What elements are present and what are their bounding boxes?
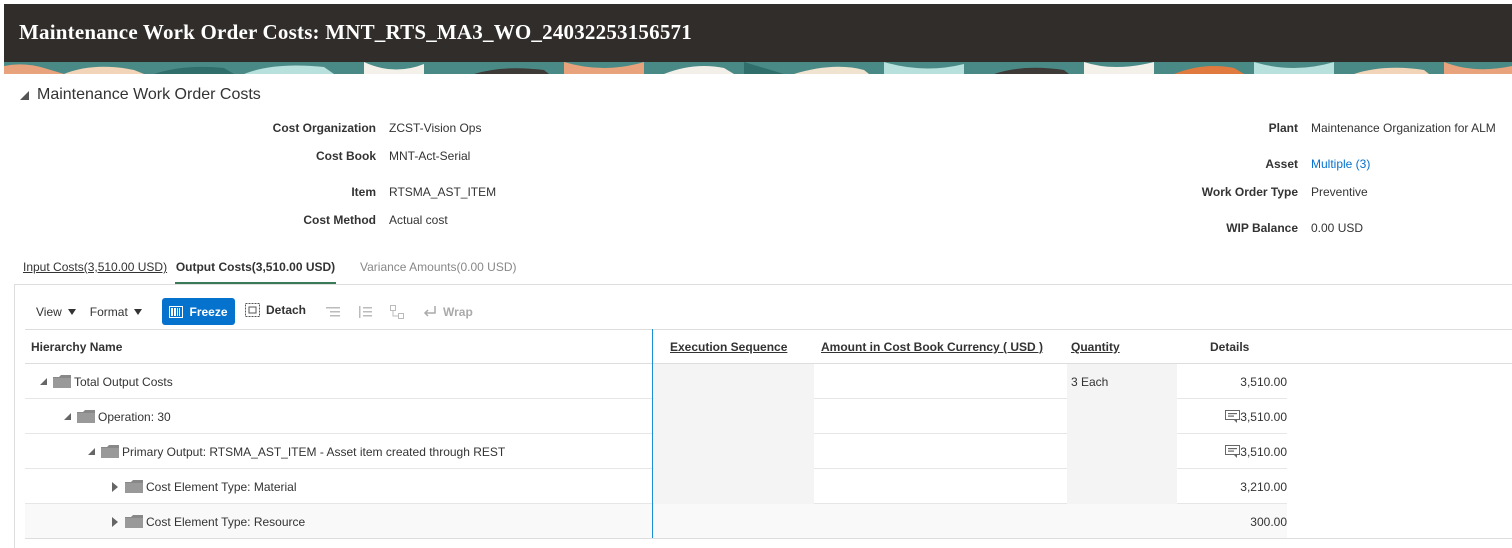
hierarchy-cell: Operation: 30 <box>64 399 171 434</box>
freeze-icon <box>169 305 184 318</box>
chevron-down-icon <box>67 309 76 315</box>
details-icon[interactable] <box>1225 445 1240 459</box>
expanded-icon[interactable] <box>64 413 71 420</box>
item-value: RTSMA_AST_ITEM <box>389 185 497 199</box>
collapse-icon[interactable] <box>20 90 29 100</box>
page-header: Maintenance Work Order Costs: MNT_RTS_MA… <box>4 4 1512 74</box>
amount-cell: 3,510.00 <box>1240 409 1287 424</box>
work-order-type-label: Work Order Type <box>1201 185 1298 199</box>
table-row[interactable]: Operation: 30 3,510.00 <box>25 399 1287 434</box>
asset-label: Asset <box>1265 157 1298 171</box>
cost-method-value: Actual cost <box>389 213 448 227</box>
expanded-icon[interactable] <box>40 378 47 385</box>
expanded-icon[interactable] <box>88 448 95 455</box>
work-order-type-value: Preventive <box>1311 185 1368 199</box>
folder-icon <box>125 480 143 493</box>
folder-icon <box>101 445 119 458</box>
folder-icon <box>125 515 143 528</box>
freeze-button[interactable]: Freeze <box>162 298 235 325</box>
row-name: Total Output Costs <box>74 374 173 389</box>
table-header: Hierarchy Name Execution Sequence Amount… <box>25 329 1512 364</box>
wrap-button[interactable]: Wrap <box>423 305 473 319</box>
table-row[interactable]: Primary Output: RTSMA_AST_ITEM - Asset i… <box>25 434 1287 469</box>
format-menu[interactable]: Format <box>90 305 142 319</box>
column-header-quantity[interactable]: Quantity <box>1071 340 1120 354</box>
outdent-icon[interactable] <box>358 305 372 319</box>
detach-button-label: Detach <box>266 303 307 317</box>
details-icon[interactable] <box>1225 410 1240 424</box>
output-costs-table: Hierarchy Name Execution Sequence Amount… <box>25 329 1512 539</box>
cost-organization-label: Cost Organization <box>272 121 376 135</box>
section-header[interactable]: Maintenance Work Order Costs <box>20 86 261 104</box>
row-name: Operation: 30 <box>98 409 171 424</box>
collapsed-icon[interactable] <box>112 481 118 492</box>
wip-balance-label: WIP Balance <box>1226 221 1298 235</box>
column-header-details[interactable]: Details <box>1210 340 1249 354</box>
decorative-banner <box>4 62 1512 74</box>
amount-cell: 3,510.00 <box>1240 444 1287 459</box>
detach-icon <box>245 303 260 317</box>
folder-icon <box>77 410 95 423</box>
cost-book-label: Cost Book <box>316 149 376 163</box>
section-title: Maintenance Work Order Costs <box>37 86 261 103</box>
asset-link[interactable]: Multiple (3) <box>1311 157 1370 171</box>
column-header-execution-sequence[interactable]: Execution Sequence <box>670 340 787 354</box>
amount-cell: 3,510.00 <box>1240 374 1287 389</box>
plant-value: Maintenance Organization for ALM <box>1311 121 1496 135</box>
freeze-button-label: Freeze <box>189 304 228 319</box>
wrap-button-label: Wrap <box>443 305 473 319</box>
table-row[interactable]: Total Output Costs 3,510.00 3 Each <box>25 364 1287 399</box>
cost-book-value: MNT-Act-Serial <box>389 149 471 163</box>
hierarchy-icon[interactable] <box>390 305 404 319</box>
column-header-hierarchy-name[interactable]: Hierarchy Name <box>31 340 122 354</box>
folder-icon <box>53 375 71 388</box>
chevron-down-icon <box>133 309 142 315</box>
plant-label: Plant <box>1268 121 1298 135</box>
wrap-icon <box>423 306 436 317</box>
format-menu-label: Format <box>89 305 128 319</box>
quantity-value: 3 Each <box>1071 374 1109 389</box>
detach-button[interactable]: Detach <box>245 303 306 317</box>
hierarchy-cell: Total Output Costs <box>40 364 173 399</box>
cost-organization-value: ZCST-Vision Ops <box>389 121 482 135</box>
tab-variance-amounts[interactable]: Variance Amounts(0.00 USD) <box>360 252 517 285</box>
table-row[interactable]: Cost Element Type: Material 3,210.00 <box>25 469 1287 504</box>
cost-method-label: Cost Method <box>303 213 376 227</box>
wip-balance-value: 0.00 USD <box>1311 221 1364 235</box>
amount-cell: 300.00 <box>1250 514 1287 529</box>
table-row[interactable]: Cost Element Type: Resource 300.00 <box>25 504 1287 539</box>
view-menu-label: View <box>36 305 62 319</box>
page-title: Maintenance Work Order Costs: MNT_RTS_MA… <box>19 20 692 44</box>
table-toolbar: View Format <box>36 298 156 326</box>
item-label: Item <box>351 185 376 199</box>
column-header-amount[interactable]: Amount in Cost Book Currency ( USD ) <box>821 340 1043 354</box>
amount-cell: 3,210.00 <box>1240 479 1287 494</box>
indent-icon[interactable] <box>326 305 340 319</box>
tab-input-costs[interactable]: Input Costs(3,510.00 USD) <box>23 252 167 285</box>
frozen-column-divider[interactable] <box>652 329 653 538</box>
table-bottom-border <box>25 538 1512 539</box>
tab-output-costs[interactable]: Output Costs(3,510.00 USD) <box>175 252 336 285</box>
view-menu[interactable]: View <box>36 305 76 319</box>
collapsed-icon[interactable] <box>112 516 118 527</box>
